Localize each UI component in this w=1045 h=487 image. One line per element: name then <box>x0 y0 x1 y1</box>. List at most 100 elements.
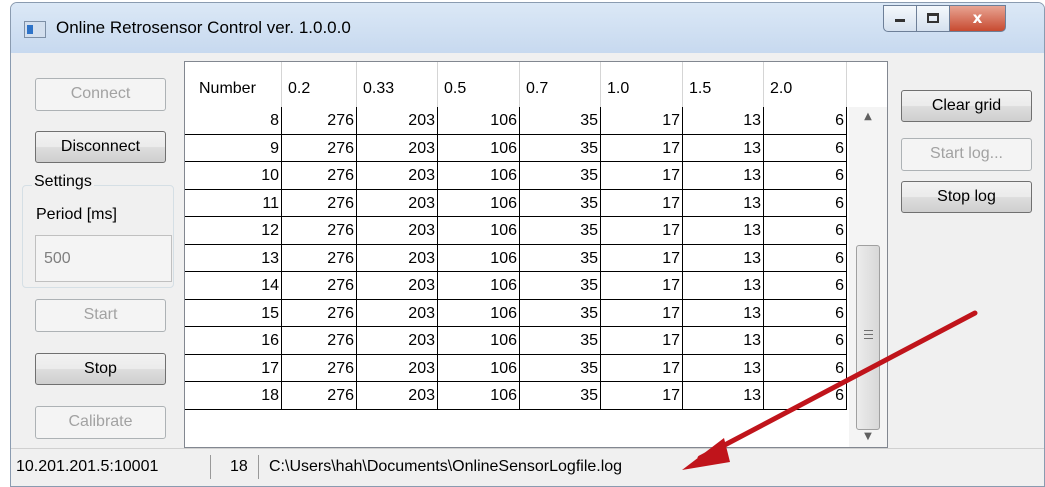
table-cell[interactable]: 6 <box>764 272 847 299</box>
column-header-0-5[interactable]: 0.5 <box>438 62 520 107</box>
table-cell[interactable]: 6 <box>764 189 847 216</box>
table-cell[interactable]: 17 <box>601 189 683 216</box>
table-cell[interactable]: 203 <box>357 189 438 216</box>
table-cell[interactable]: 17 <box>601 244 683 271</box>
table-cell[interactable]: 13 <box>683 382 764 409</box>
table-cell[interactable]: 13 <box>683 327 764 354</box>
stop-log-button[interactable]: Stop log <box>901 181 1032 213</box>
table-cell[interactable]: 203 <box>357 244 438 271</box>
table-cell[interactable]: 276 <box>282 107 357 134</box>
table-row[interactable]: 12 276 203 106 35 17 13 6 <box>185 217 847 245</box>
stop-button[interactable]: Stop <box>35 353 166 385</box>
table-cell[interactable]: 13 <box>683 189 764 216</box>
table-row[interactable]: 10 276 203 106 35 17 13 6 <box>185 162 847 190</box>
table-row[interactable]: 18 276 203 106 35 17 13 6 <box>185 382 847 410</box>
column-header-number[interactable]: Number <box>185 62 282 107</box>
vertical-scrollbar[interactable]: ▲ ▼ <box>849 107 887 447</box>
table-cell[interactable]: 6 <box>764 244 847 271</box>
table-cell[interactable]: 203 <box>357 299 438 326</box>
table-cell[interactable]: 6 <box>764 217 847 244</box>
row-number-cell[interactable]: 11 <box>185 189 282 216</box>
table-cell[interactable]: 13 <box>683 134 764 161</box>
table-cell[interactable]: 6 <box>764 107 847 134</box>
table-cell[interactable]: 13 <box>683 299 764 326</box>
row-number-cell[interactable]: 17 <box>185 354 282 381</box>
table-cell[interactable]: 203 <box>357 107 438 134</box>
table-cell[interactable]: 17 <box>601 327 683 354</box>
table-cell[interactable]: 35 <box>520 244 601 271</box>
start-log-button[interactable]: Start log... <box>901 138 1032 171</box>
table-cell[interactable]: 276 <box>282 134 357 161</box>
table-cell[interactable]: 203 <box>357 272 438 299</box>
table-cell[interactable]: 203 <box>357 134 438 161</box>
table-cell[interactable]: 106 <box>438 217 520 244</box>
table-row[interactable]: 17 276 203 106 35 17 13 6 <box>185 354 847 382</box>
table-cell[interactable]: 13 <box>683 354 764 381</box>
data-grid[interactable]: Number 0.2 0.33 0.5 0.7 1.0 1.5 2.0 8 276… <box>184 61 888 448</box>
column-header-2-0[interactable]: 2.0 <box>764 62 847 107</box>
table-cell[interactable]: 13 <box>683 217 764 244</box>
table-cell[interactable]: 276 <box>282 382 357 409</box>
close-button[interactable]: x <box>949 5 1006 32</box>
table-cell[interactable]: 35 <box>520 354 601 381</box>
table-cell[interactable]: 13 <box>683 272 764 299</box>
table-cell[interactable]: 17 <box>601 217 683 244</box>
table-cell[interactable]: 13 <box>683 244 764 271</box>
table-cell[interactable]: 106 <box>438 189 520 216</box>
table-cell[interactable]: 203 <box>357 162 438 189</box>
table-cell[interactable]: 203 <box>357 327 438 354</box>
scroll-down-arrow-icon[interactable]: ▼ <box>859 428 877 446</box>
table-cell[interactable]: 35 <box>520 327 601 354</box>
table-cell[interactable]: 106 <box>438 382 520 409</box>
table-cell[interactable]: 276 <box>282 299 357 326</box>
table-cell[interactable]: 6 <box>764 327 847 354</box>
table-cell[interactable]: 35 <box>520 189 601 216</box>
table-cell[interactable]: 276 <box>282 327 357 354</box>
table-cell[interactable]: 35 <box>520 162 601 189</box>
table-cell[interactable]: 35 <box>520 382 601 409</box>
table-cell[interactable]: 35 <box>520 272 601 299</box>
table-cell[interactable]: 203 <box>357 217 438 244</box>
table-cell[interactable]: 17 <box>601 354 683 381</box>
table-cell[interactable]: 13 <box>683 107 764 134</box>
row-number-cell[interactable]: 8 <box>185 107 282 134</box>
table-cell[interactable]: 6 <box>764 299 847 326</box>
table-cell[interactable]: 35 <box>520 107 601 134</box>
table-cell[interactable]: 106 <box>438 272 520 299</box>
table-cell[interactable]: 17 <box>601 299 683 326</box>
connect-button[interactable]: Connect <box>35 78 166 111</box>
table-row[interactable]: 15 276 203 106 35 17 13 6 <box>185 299 847 327</box>
table-cell[interactable]: 13 <box>683 162 764 189</box>
table-cell[interactable]: 6 <box>764 162 847 189</box>
table-cell[interactable]: 17 <box>601 134 683 161</box>
row-number-cell[interactable]: 18 <box>185 382 282 409</box>
table-cell[interactable]: 276 <box>282 217 357 244</box>
table-cell[interactable]: 35 <box>520 134 601 161</box>
table-cell[interactable]: 203 <box>357 354 438 381</box>
table-cell[interactable]: 17 <box>601 272 683 299</box>
table-cell[interactable]: 106 <box>438 107 520 134</box>
scroll-thumb[interactable] <box>856 245 880 430</box>
table-cell[interactable]: 6 <box>764 354 847 381</box>
minimize-button[interactable] <box>883 5 917 32</box>
table-row[interactable]: 14 276 203 106 35 17 13 6 <box>185 272 847 300</box>
table-row[interactable]: 11 276 203 106 35 17 13 6 <box>185 189 847 217</box>
column-header-1-0[interactable]: 1.0 <box>601 62 683 107</box>
row-number-cell[interactable]: 16 <box>185 327 282 354</box>
title-bar[interactable]: Online Retrosensor Control ver. 1.0.0.0 … <box>11 3 1044 53</box>
clear-grid-button[interactable]: Clear grid <box>901 90 1032 122</box>
table-cell[interactable]: 17 <box>601 107 683 134</box>
calibrate-button[interactable]: Calibrate <box>35 406 166 439</box>
table-cell[interactable]: 35 <box>520 217 601 244</box>
table-cell[interactable]: 276 <box>282 162 357 189</box>
table-cell[interactable]: 203 <box>357 382 438 409</box>
table-cell[interactable]: 276 <box>282 189 357 216</box>
table-cell[interactable]: 276 <box>282 272 357 299</box>
table-cell[interactable]: 106 <box>438 134 520 161</box>
table-cell[interactable]: 6 <box>764 382 847 409</box>
row-number-cell[interactable]: 10 <box>185 162 282 189</box>
table-cell[interactable]: 106 <box>438 244 520 271</box>
row-number-cell[interactable]: 12 <box>185 217 282 244</box>
table-cell[interactable]: 106 <box>438 354 520 381</box>
table-cell[interactable]: 17 <box>601 162 683 189</box>
